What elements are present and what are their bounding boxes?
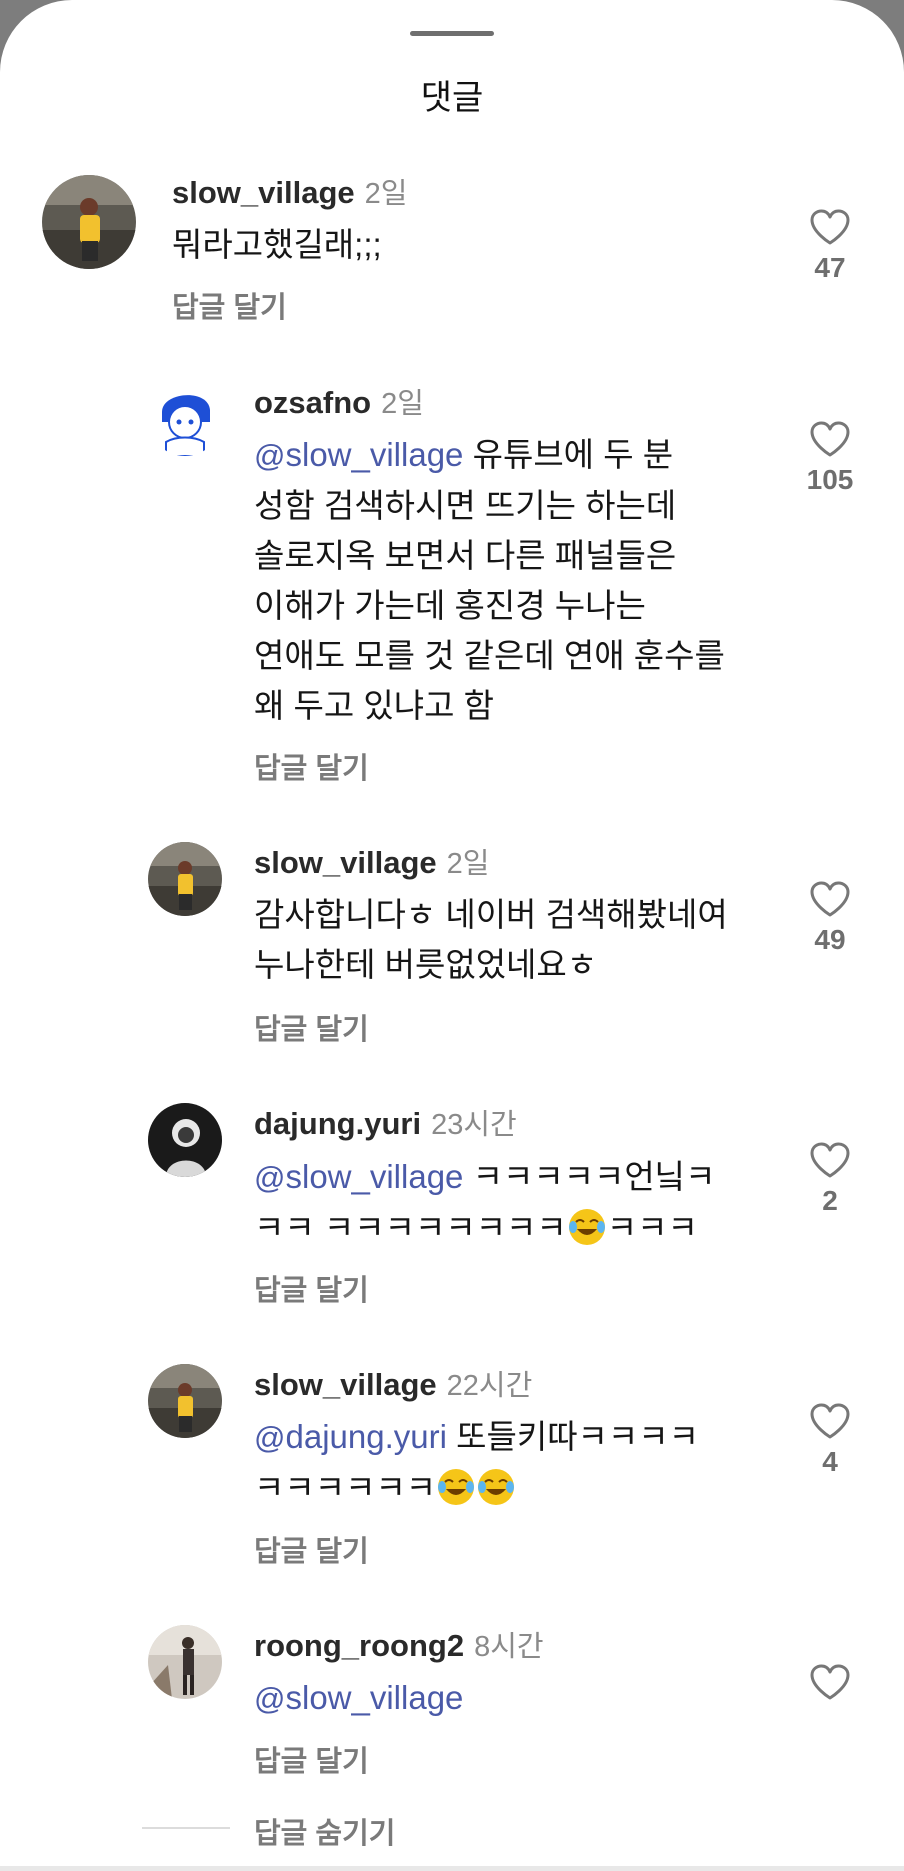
divider — [142, 1827, 230, 1829]
like-count: 105 — [806, 464, 854, 495]
hide-replies-button[interactable]: 답글 숨기기 — [254, 1810, 395, 1852]
avatar[interactable] — [148, 1625, 222, 1699]
like-count: 2 — [822, 1185, 838, 1216]
face-with-tears-of-joy-icon — [567, 1207, 607, 1247]
face-with-tears-of-joy-icon — [476, 1467, 516, 1507]
avatar[interactable] — [148, 842, 222, 916]
heart-icon[interactable] — [809, 420, 851, 458]
timestamp: 22시간 — [446, 1370, 533, 1402]
timestamp: 2일 — [446, 848, 490, 880]
mention-link[interactable]: @slow_village — [254, 1679, 463, 1716]
reply-button[interactable]: 답글 달기 — [172, 284, 287, 326]
like-control[interactable]: 49 — [785, 880, 875, 956]
face-with-tears-of-joy-icon — [436, 1467, 476, 1507]
comment-line: 왜 두고 있냐고 함 — [254, 687, 495, 724]
comment-text: @slow_village — [254, 1673, 463, 1724]
comment-line: @slow_village 유튜브에 두 분 — [254, 436, 674, 473]
comment-text: @slow_village 유튜브에 두 분 성함 검색하시면 뜨기는 하는데 … — [254, 430, 725, 731]
mention-link[interactable]: @slow_village — [254, 436, 463, 473]
username[interactable]: slow_village — [254, 1367, 437, 1402]
avatar[interactable] — [148, 382, 222, 456]
sheet-title: 댓글 — [420, 79, 484, 117]
mention-link[interactable]: @slow_village — [254, 1158, 463, 1195]
threads-at-icon: @ — [254, 438, 286, 473]
timestamp: 2일 — [364, 178, 408, 210]
reply-button[interactable]: 답글 달기 — [254, 1528, 369, 1570]
comment-line: 연애도 모를 것 같은데 연애 훈수를 — [254, 637, 725, 674]
comment-text: @slow_village ㅋㅋㅋㅋㅋ언닠ㅋ ㅋㅋ ㅋㅋㅋㅋㅋㅋㅋㅋ ㅋㅋㅋ — [254, 1152, 715, 1253]
username[interactable]: slow_village — [172, 175, 355, 210]
comment-line: ㅋㅋㅋㅋㅋㅋ — [254, 1463, 699, 1513]
reply-button[interactable]: 답글 달기 — [254, 1006, 369, 1048]
reply-button[interactable]: 답글 달기 — [254, 1738, 369, 1780]
heart-icon[interactable] — [809, 208, 851, 246]
comment-line: @slow_village — [254, 1673, 463, 1724]
threads-at-icon: @ — [254, 1681, 286, 1716]
heart-icon[interactable] — [809, 1402, 851, 1440]
threads-at-icon: @ — [254, 1420, 286, 1455]
like-control[interactable] — [785, 1663, 875, 1707]
heart-icon[interactable] — [809, 1663, 851, 1701]
like-control[interactable]: 47 — [785, 208, 875, 284]
like-control[interactable]: 4 — [785, 1402, 875, 1478]
reply-button[interactable]: 답글 달기 — [254, 1267, 369, 1309]
timestamp: 23시간 — [431, 1109, 517, 1141]
comments-sheet: 댓글 slow_village 2일 뭐라고했길래;;; 답글 달기 47 oz… — [0, 0, 904, 1871]
avatar[interactable] — [42, 175, 136, 269]
comment-line: 누나한테 버릇없었네요ㅎ — [254, 946, 598, 983]
username[interactable]: ozsafno — [254, 385, 371, 420]
like-control[interactable]: 2 — [785, 1141, 875, 1217]
threads-at-icon: @ — [254, 1160, 286, 1195]
comment-text: 감사합니다ㅎ 네이버 검색해봤네여 누나한테 버릇없었네요ㅎ — [254, 890, 728, 990]
comment-line: 감사합니다ㅎ 네이버 검색해봤네여 — [254, 896, 728, 933]
comment-line: 이해가 가는데 홍진경 누나는 — [254, 587, 646, 624]
comment-text: 뭐라고했길래;;; — [172, 220, 382, 270]
comment-line: @dajung.yuri 또들키따ㅋㅋㅋㅋ — [254, 1418, 699, 1455]
username[interactable]: slow_village — [254, 845, 437, 880]
drag-handle[interactable] — [410, 31, 494, 36]
comment-line: ㅋㅋ ㅋㅋㅋㅋㅋㅋㅋㅋ ㅋㅋㅋ — [254, 1207, 698, 1247]
comment-line: 성함 검색하시면 뜨기는 하는데 — [254, 487, 677, 524]
timestamp: 2일 — [381, 388, 424, 420]
comment-line: 솔로지옥 보면서 다른 패널들은 — [254, 537, 677, 574]
comment-line: @slow_village ㅋㅋㅋㅋㅋ언닠ㅋ — [254, 1158, 716, 1195]
comment-line: 뭐라고했길래;;; — [172, 226, 382, 263]
timestamp: 8시간 — [474, 1631, 544, 1663]
username[interactable]: roong_roong2 — [254, 1628, 464, 1663]
like-count: 49 — [814, 924, 846, 955]
heart-icon[interactable] — [809, 880, 851, 918]
bottom-edge — [0, 1866, 904, 1871]
username[interactable]: dajung.yuri — [254, 1106, 421, 1141]
like-control[interactable]: 105 — [785, 420, 875, 496]
avatar[interactable] — [148, 1364, 222, 1438]
avatar[interactable] — [148, 1103, 222, 1177]
heart-icon[interactable] — [809, 1141, 851, 1179]
reply-button[interactable]: 답글 달기 — [254, 745, 369, 787]
like-count: 47 — [814, 252, 846, 283]
comment-text: @dajung.yuri 또들키따ㅋㅋㅋㅋ ㅋㅋㅋㅋㅋㅋ — [254, 1412, 699, 1513]
like-count: 4 — [822, 1446, 838, 1477]
mention-link[interactable]: @dajung.yuri — [254, 1418, 447, 1455]
